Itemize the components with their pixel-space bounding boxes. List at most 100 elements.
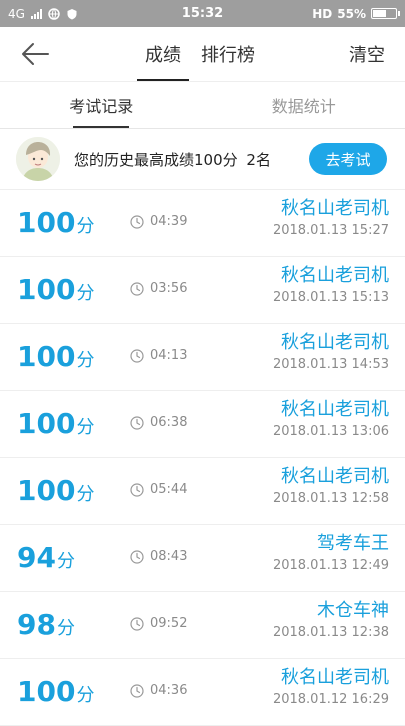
exam-record-row[interactable]: 98分 09:52 木仓车神 2018.01.13 12:38 xyxy=(0,592,405,659)
record-duration-value: 08:43 xyxy=(150,549,187,564)
battery-icon xyxy=(371,8,397,19)
record-score-unit: 分 xyxy=(76,413,94,439)
record-duration-value: 04:39 xyxy=(150,214,187,229)
status-right: HD 55% xyxy=(312,7,397,21)
exam-record-row[interactable]: 100分 06:38 秋名山老司机 2018.01.13 13:06 xyxy=(0,391,405,458)
network-label: 4G xyxy=(8,7,25,21)
exam-record-row[interactable]: 100分 04:39 秋名山老司机 2018.01.13 15:27 xyxy=(0,190,405,257)
record-info: 驾考车王 2018.01.13 12:49 xyxy=(273,533,389,573)
record-score-unit: 分 xyxy=(57,547,75,573)
exam-record-row[interactable]: 100分 03:56 秋名山老司机 2018.01.13 15:13 xyxy=(0,257,405,324)
record-score-value: 100 xyxy=(17,273,75,306)
record-duration: 05:44 xyxy=(130,482,187,497)
record-score-value: 100 xyxy=(17,206,75,239)
record-nickname: 秋名山老司机 xyxy=(273,332,389,354)
record-score-value: 100 xyxy=(17,407,75,440)
clock-icon xyxy=(130,349,144,363)
record-duration: 09:52 xyxy=(130,616,187,631)
sub-tabs: 考试记录 数据统计 xyxy=(0,82,405,129)
go-exam-button[interactable]: 去考试 xyxy=(309,143,387,175)
clock-icon xyxy=(130,550,144,564)
nav-tabs: 成绩 排行榜 xyxy=(135,27,265,81)
best-score-label: 您的历史最高成绩100分 xyxy=(74,151,238,169)
record-score-unit: 分 xyxy=(76,279,94,305)
signal-icon xyxy=(31,9,42,19)
record-score: 100分 xyxy=(17,474,94,507)
record-score-value: 100 xyxy=(17,340,75,373)
record-duration: 06:38 xyxy=(130,415,187,430)
record-score-unit: 分 xyxy=(76,480,94,506)
record-duration: 04:36 xyxy=(130,683,187,698)
battery-percent: 55% xyxy=(337,7,366,21)
record-score: 94分 xyxy=(17,541,75,574)
exam-record-list: 100分04:39秋名山老司机2018.01.13 15:27100分03:56… xyxy=(0,190,405,726)
avatar xyxy=(16,137,60,181)
exam-record-row[interactable]: 94分 08:43 驾考车王 2018.01.13 12:49 xyxy=(0,525,405,592)
record-nickname: 驾考车王 xyxy=(273,533,389,555)
tab-exam-records[interactable]: 考试记录 xyxy=(0,82,203,128)
record-datetime: 2018.01.13 15:13 xyxy=(273,290,389,305)
record-nickname: 秋名山老司机 xyxy=(273,198,389,220)
record-duration: 04:39 xyxy=(130,214,187,229)
record-nickname: 木仓车神 xyxy=(273,600,389,622)
exam-record-row[interactable]: 100分 04:13 秋名山老司机2018.01.13 14:53 xyxy=(0,324,405,391)
record-score: 100分 xyxy=(17,340,94,373)
tab-ranking[interactable]: 排行榜 xyxy=(191,27,265,81)
record-score: 100分 xyxy=(17,273,94,306)
record-score-value: 94 xyxy=(17,541,56,574)
record-score: 100分 xyxy=(17,206,94,239)
status-left: 4G xyxy=(8,7,78,21)
clear-button[interactable]: 清空 xyxy=(349,27,385,81)
record-datetime: 2018.01.13 15:27 xyxy=(273,223,389,238)
record-datetime: 2018.01.13 12:38 xyxy=(273,625,389,640)
record-info: 木仓车神 2018.01.13 12:38 xyxy=(273,600,389,640)
top-nav: 成绩 排行榜 清空 xyxy=(0,27,405,82)
record-duration-value: 06:38 xyxy=(150,415,187,430)
record-score-value: 100 xyxy=(17,474,75,507)
record-info: 秋名山老司机 2018.01.13 12:58 xyxy=(273,466,389,506)
clock-icon xyxy=(130,215,144,229)
record-info: 秋名山老司机 2018.01.13 15:27 xyxy=(273,198,389,238)
record-datetime: 2018.01.13 12:49 xyxy=(273,558,389,573)
exam-record-row[interactable]: 100分 05:44 秋名山老司机 2018.01.13 12:58 xyxy=(0,458,405,525)
avatar-illustration xyxy=(16,137,60,181)
record-score-unit: 分 xyxy=(57,614,75,640)
record-nickname: 秋名山老司机 xyxy=(273,265,389,287)
best-rank-label: 2名 xyxy=(246,151,271,169)
back-arrow-icon[interactable] xyxy=(20,41,50,67)
record-info: 秋名山老司机 2018.01.13 13:06 xyxy=(273,399,389,439)
record-datetime: 2018.01.12 16:29 xyxy=(273,692,389,707)
record-score: 98分 xyxy=(17,608,75,641)
record-info: 秋名山老司机 2018.01.12 16:29 xyxy=(273,667,389,707)
record-duration: 08:43 xyxy=(130,549,187,564)
record-score: 100分 xyxy=(17,675,94,708)
shield-icon xyxy=(66,8,78,20)
record-duration-value: 09:52 xyxy=(150,616,187,631)
status-bar: 4G 15:32 HD 55% xyxy=(0,0,405,27)
record-score-unit: 分 xyxy=(76,212,94,238)
record-score-value: 98 xyxy=(17,608,56,641)
clock-icon xyxy=(130,617,144,631)
record-duration: 04:13 xyxy=(130,348,187,363)
record-info: 秋名山老司机 2018.01.13 15:13 xyxy=(273,265,389,305)
record-duration-value: 03:56 xyxy=(150,281,187,296)
record-score-unit: 分 xyxy=(76,681,94,707)
clock-icon xyxy=(130,684,144,698)
record-info: 秋名山老司机2018.01.13 14:53 xyxy=(273,332,389,372)
record-datetime: 2018.01.13 13:06 xyxy=(273,424,389,439)
tab-data-statistics[interactable]: 数据统计 xyxy=(203,82,405,128)
record-score: 100分 xyxy=(17,407,94,440)
record-nickname: 秋名山老司机 xyxy=(273,399,389,421)
record-datetime: 2018.01.13 12:58 xyxy=(273,491,389,506)
hd-label: HD xyxy=(312,7,332,21)
clock-icon xyxy=(130,282,144,296)
record-nickname: 秋名山老司机 xyxy=(273,466,389,488)
tab-scores[interactable]: 成绩 xyxy=(135,27,191,81)
best-score-summary: 您的历史最高成绩100分 2名 去考试 xyxy=(0,129,405,190)
record-score-unit: 分 xyxy=(76,346,94,372)
exam-record-row[interactable]: 100分 04:36 秋名山老司机 2018.01.12 16:29 xyxy=(0,659,405,726)
record-score-value: 100 xyxy=(17,675,75,708)
record-nickname: 秋名山老司机 xyxy=(273,667,389,689)
clock-icon xyxy=(130,416,144,430)
record-duration-value: 05:44 xyxy=(150,482,187,497)
